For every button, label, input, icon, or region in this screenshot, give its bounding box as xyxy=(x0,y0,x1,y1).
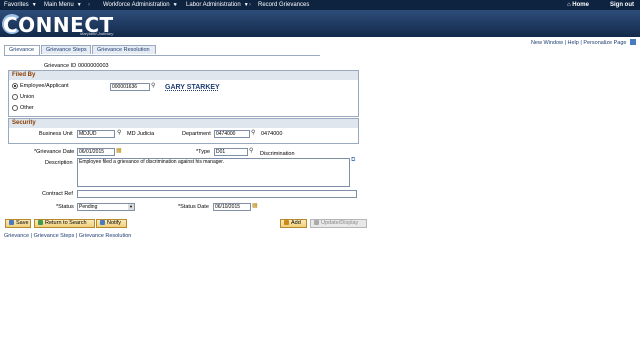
add-button[interactable]: Add xyxy=(280,219,307,228)
main-menu[interactable]: Main Menu ▼ xyxy=(44,2,82,8)
main-menu-label: Main Menu xyxy=(44,2,74,8)
personalize-page-link[interactable]: Personalize Page xyxy=(583,40,626,46)
type-label: *Type xyxy=(196,149,211,155)
notify-icon xyxy=(100,220,105,225)
employee-name: GARY STARKEY xyxy=(165,84,220,91)
calendar-icon[interactable]: ▦ xyxy=(252,202,258,210)
tab-grievance-steps[interactable]: Grievance Steps xyxy=(41,45,91,54)
lookup-search-icon[interactable]: ⚲ xyxy=(249,147,253,155)
bottom-link-grievance-resolution[interactable]: Grievance Resolution xyxy=(79,233,132,239)
radio-employee-applicant[interactable] xyxy=(12,83,18,89)
security-header: Security xyxy=(9,119,358,128)
tab-divider xyxy=(4,55,320,56)
grievance-date-field[interactable]: 06/01/2015 xyxy=(77,148,115,156)
description-textarea[interactable]: Employee filed a grievance of discrimina… xyxy=(77,158,350,187)
breadcrumb-record-grievances[interactable]: Record Grievances xyxy=(258,2,309,8)
status-select[interactable]: Pending ▼ xyxy=(77,203,135,211)
return-to-search-label: Return to Search xyxy=(45,220,87,226)
bottom-link-grievance-steps[interactable]: Grievance Steps xyxy=(34,233,75,239)
tab-grievance-resolution[interactable]: Grievance Resolution xyxy=(92,45,156,54)
logo-subtitle: Maryland Judiciary xyxy=(80,31,114,36)
lookup-search-icon[interactable]: ⚲ xyxy=(251,129,255,137)
department-field[interactable]: 0474000 xyxy=(214,130,250,138)
lookup-search-icon[interactable]: ⚲ xyxy=(151,82,155,90)
update-display-button[interactable]: Update/Display xyxy=(310,219,367,228)
breadcrumb-separator-icon: › xyxy=(249,2,251,8)
breadcrumb-workforce-administration[interactable]: Workforce Administration ▼ xyxy=(103,2,178,8)
update-display-icon xyxy=(314,220,319,225)
department-label: Department xyxy=(182,131,211,137)
tab-grievance[interactable]: Grievance xyxy=(4,45,40,55)
top-navigation-bar: Favorites ▼ Main Menu ▼ › Workforce Admini… xyxy=(0,0,640,10)
save-icon xyxy=(9,220,14,225)
bottom-tab-links: Grievance | Grievance Steps | Grievance … xyxy=(4,233,132,239)
favorites-menu[interactable]: Favorites ▼ xyxy=(4,2,37,8)
update-display-label: Update/Display xyxy=(321,220,359,226)
page-toolbar-links: New Window | Help | Personalize Page xyxy=(531,39,636,46)
signout-link[interactable]: Sign out xyxy=(610,2,634,8)
breadcrumb-separator-icon: › xyxy=(175,2,177,8)
grievance-id-label: Grievance ID xyxy=(44,63,77,69)
new-window-link[interactable]: New Window xyxy=(531,40,563,46)
breadcrumb-separator-icon: › xyxy=(88,2,90,8)
lookup-search-icon[interactable]: ⚲ xyxy=(117,129,121,137)
chevron-down-icon: ▼ xyxy=(243,2,249,8)
radio-employee-applicant-label: Employee/Applicant xyxy=(20,83,69,89)
filed-by-header: Filed By xyxy=(9,71,358,80)
personalize-icon[interactable] xyxy=(630,39,636,45)
type-description: Discrimination xyxy=(260,151,295,157)
dropdown-arrow-icon: ▼ xyxy=(128,204,134,210)
calendar-icon[interactable]: ▦ xyxy=(116,147,122,155)
contract-ref-field[interactable] xyxy=(77,190,357,198)
status-date-label: *Status Date xyxy=(178,204,209,210)
contract-ref-label: Contract Ref xyxy=(42,191,73,197)
grievance-date-label: *Grievance Date xyxy=(34,149,75,155)
notify-button[interactable]: Notify xyxy=(96,219,127,228)
status-selected-value: Pending xyxy=(79,204,98,210)
business-unit-field[interactable]: MDJUD xyxy=(77,130,115,138)
radio-other-label: Other xyxy=(20,105,34,111)
home-icon: ⌂ xyxy=(567,2,571,8)
chevron-down-icon: ▼ xyxy=(31,2,37,8)
notify-label: Notify xyxy=(107,220,122,226)
chevron-down-icon: ▼ xyxy=(76,2,82,8)
breadcrumb-label: Labor Administration xyxy=(186,2,241,8)
business-unit-label: Business Unit xyxy=(39,131,73,137)
add-icon xyxy=(284,220,289,225)
type-field[interactable]: D01 xyxy=(214,148,248,156)
add-label: Add xyxy=(291,220,301,226)
home-link[interactable]: ⌂ Home xyxy=(567,2,589,8)
save-label: Save xyxy=(16,220,29,226)
return-icon xyxy=(38,220,43,225)
expand-textarea-icon[interactable]: ⧉ xyxy=(351,156,355,164)
help-link[interactable]: Help xyxy=(568,40,579,46)
radio-other[interactable] xyxy=(12,105,18,111)
description-label: Description xyxy=(45,160,73,166)
radio-union-label: Union xyxy=(20,94,35,100)
business-unit-description: MD Judicia xyxy=(127,131,155,137)
status-label: *Status xyxy=(56,204,74,210)
bottom-link-grievance[interactable]: Grievance xyxy=(4,233,29,239)
home-label: Home xyxy=(572,2,589,8)
return-to-search-button[interactable]: Return to Search xyxy=(34,219,95,228)
breadcrumb-labor-administration[interactable]: Labor Administration ▼ xyxy=(186,2,249,8)
save-button[interactable]: Save xyxy=(5,219,31,228)
department-description: 0474000 xyxy=(261,131,283,137)
breadcrumb-label: Workforce Administration xyxy=(103,2,170,8)
grievance-id-value: 0000000003 xyxy=(78,63,109,69)
filed-by-section: Filed By xyxy=(8,70,359,117)
radio-union[interactable] xyxy=(12,94,18,100)
status-date-field[interactable]: 06/10/2015 xyxy=(213,203,251,211)
favorites-label: Favorites xyxy=(4,2,29,8)
employee-id-field[interactable]: 000001636 xyxy=(110,83,150,91)
